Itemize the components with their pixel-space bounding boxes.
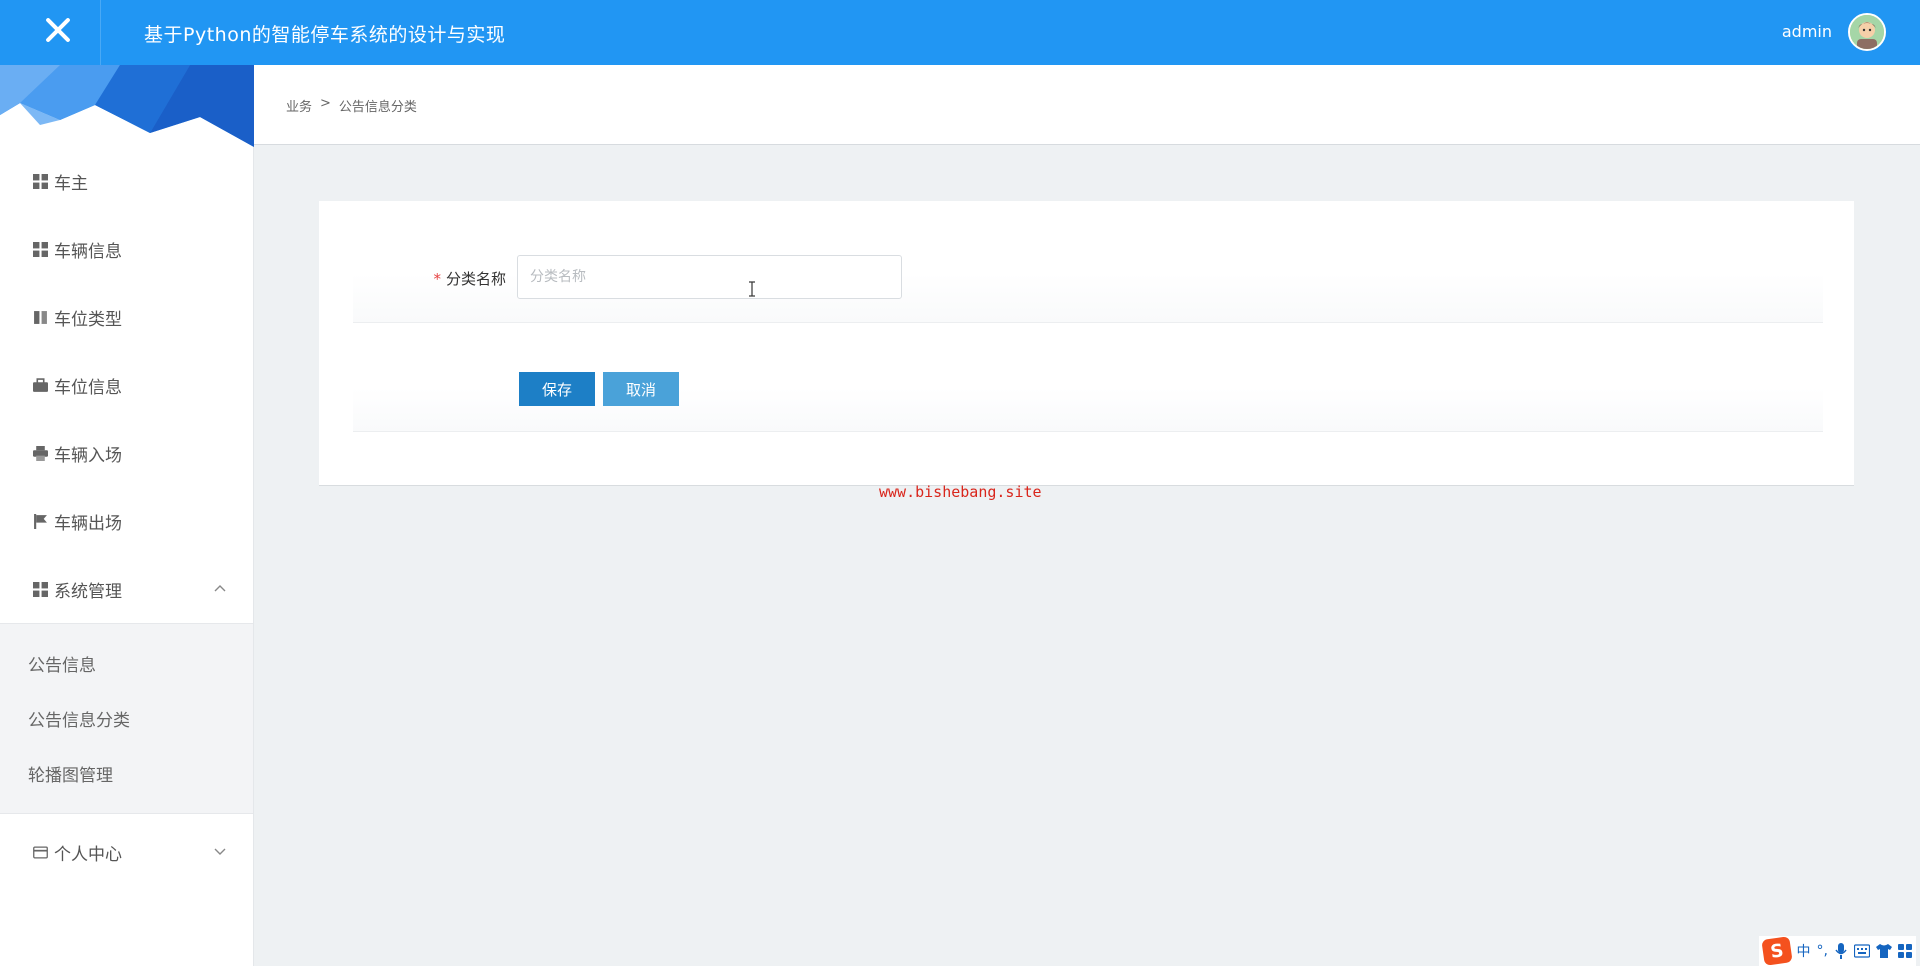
sidebar-item-label: 车主 [54, 173, 88, 194]
sidebar-banner [0, 65, 254, 147]
breadcrumb-bar: 业务 > 公告信息分类 [254, 65, 1920, 145]
keyboard-icon[interactable] [1854, 944, 1870, 958]
sidebar-item-personal-center[interactable]: 个人中心 [0, 818, 253, 886]
sidebar-item-label: 车辆入场 [54, 445, 122, 466]
flag-icon [34, 513, 47, 529]
category-name-input[interactable] [517, 255, 902, 299]
skin-icon[interactable] [1876, 944, 1892, 958]
sidebar-subitem-label: 公告信息分类 [28, 711, 130, 731]
breadcrumb-separator: > [320, 96, 331, 111]
form-card: *分类名称 保存 取消 [319, 201, 1854, 486]
avatar-icon [1850, 15, 1884, 49]
microphone-icon[interactable] [1834, 943, 1848, 959]
cancel-button[interactable]: 取消 [603, 372, 679, 406]
app-title: 基于Python的智能停车系统的设计与实现 [144, 24, 506, 46]
sidebar-item-vehicle-info[interactable]: 车辆信息 [0, 215, 253, 283]
text-cursor-icon [749, 281, 755, 297]
sidebar-item-label: 车辆出场 [54, 513, 122, 534]
sidebar-menu: 车主 车辆信息 车位类型 车位信息 车辆入场 车辆出场 系统管理 [0, 147, 253, 623]
sidebar-item-label: 车位信息 [54, 377, 122, 398]
book-icon [34, 310, 47, 324]
sidebar-item-space-type[interactable]: 车位类型 [0, 283, 253, 351]
watermark: www.bishebang.site [879, 483, 1042, 501]
username[interactable]: admin [1782, 22, 1832, 41]
sidebar-subitem-announcement[interactable]: 公告信息 [0, 636, 253, 691]
grid-icon [33, 173, 48, 189]
sidebar-item-owner[interactable]: 车主 [0, 147, 253, 215]
breadcrumb-current: 公告信息分类 [338, 100, 417, 115]
avatar[interactable] [1848, 13, 1886, 51]
system-management-submenu: 公告信息 公告信息分类 轮播图管理 [0, 623, 253, 814]
print-icon [33, 445, 48, 461]
ime-mode[interactable]: 中 [1797, 941, 1811, 961]
sidebar-item-vehicle-entry[interactable]: 车辆入场 [0, 419, 253, 487]
sidebar-subitem-label: 轮播图管理 [28, 766, 113, 786]
chevron-down-icon[interactable] [213, 844, 227, 858]
sidebar-item-vehicle-exit[interactable]: 车辆出场 [0, 487, 253, 555]
category-label: * 分类名称 [353, 268, 506, 289]
briefcase-icon [33, 377, 48, 392]
header-divider [100, 0, 101, 65]
category-label-text: 分类名称 [445, 270, 506, 288]
sidebar-item-label: 系统管理 [54, 581, 122, 602]
ime-punctuation[interactable]: °, [1817, 943, 1828, 959]
close-icon[interactable] [40, 12, 76, 48]
sidebar-item-label: 车辆信息 [54, 241, 122, 262]
form-row-actions: 保存 取消 [353, 323, 1823, 432]
sidebar-item-label: 个人中心 [54, 844, 122, 865]
top-header: 基于Python的智能停车系统的设计与实现 admin [0, 0, 1920, 65]
ime-toolbar: S 中 °, [1758, 936, 1916, 966]
required-mark: * [433, 270, 441, 288]
credit-card-icon [33, 846, 48, 858]
form-row-category: * 分类名称 [353, 201, 1823, 323]
sidebar-subitem-label: 公告信息 [28, 656, 96, 676]
sidebar-item-space-info[interactable]: 车位信息 [0, 351, 253, 419]
breadcrumb-root[interactable]: 业务 [286, 96, 312, 115]
chevron-up-icon[interactable] [213, 581, 227, 595]
sidebar-item-system-management[interactable]: 系统管理 [0, 555, 253, 623]
sidebar: 车主 车辆信息 车位类型 车位信息 车辆入场 车辆出场 系统管理 公告信息 公告… [0, 65, 254, 966]
sidebar-subitem-announcement-category[interactable]: 公告信息分类 [0, 691, 253, 746]
grid-icon [33, 581, 48, 597]
sidebar-subitem-carousel[interactable]: 轮播图管理 [0, 746, 253, 801]
breadcrumb: 业务 > 公告信息分类 [286, 96, 417, 115]
save-button[interactable]: 保存 [519, 372, 595, 406]
sogou-icon[interactable]: S [1760, 936, 1793, 966]
grid-icon[interactable] [1898, 944, 1912, 958]
sidebar-item-label: 车位类型 [54, 309, 122, 330]
grid-icon [33, 241, 48, 257]
